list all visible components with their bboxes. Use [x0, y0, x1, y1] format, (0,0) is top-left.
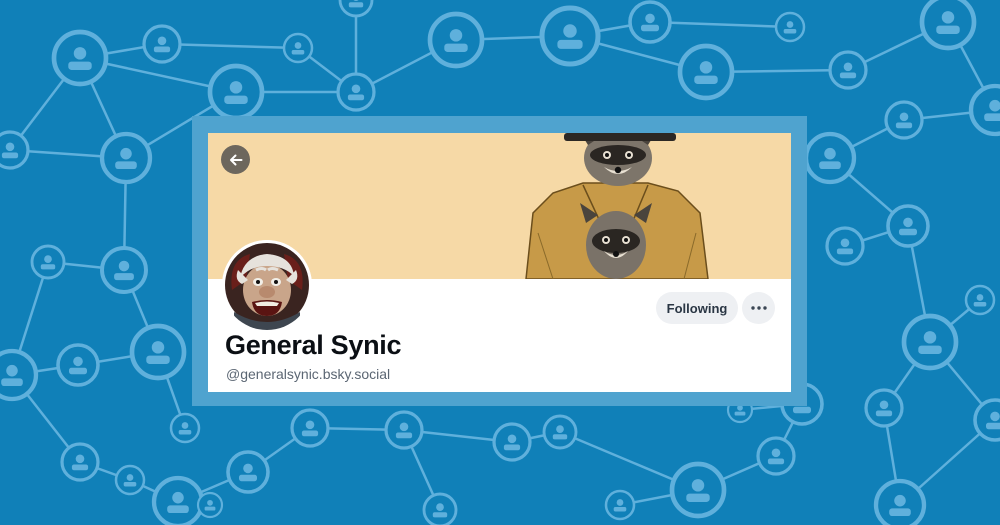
- user-node-icon: [973, 398, 1000, 442]
- user-node-icon: [901, 313, 959, 371]
- user-node-icon: [884, 100, 924, 140]
- user-node-icon: [51, 29, 109, 87]
- user-node-icon: [129, 323, 187, 381]
- user-node-icon: [492, 422, 532, 462]
- user-node-icon: [196, 491, 224, 519]
- user-node-icon: [828, 50, 868, 90]
- muppet-avatar-image: [222, 240, 312, 330]
- arrow-left-icon: [229, 154, 242, 165]
- user-node-icon: [142, 24, 182, 64]
- user-node-icon: [825, 226, 865, 266]
- user-node-icon: [968, 83, 1000, 137]
- user-node-icon: [774, 11, 806, 43]
- user-node-icon: [0, 130, 30, 170]
- user-node-icon: [422, 492, 458, 525]
- profile-card: Following General Synic @generalsynic.bs…: [208, 133, 791, 392]
- user-node-icon: [114, 464, 146, 496]
- user-node-icon: [873, 478, 927, 525]
- user-node-icon: [628, 0, 672, 44]
- profile-display-name: General Synic: [225, 330, 402, 360]
- profile-handle: @generalsynic.bsky.social: [226, 366, 391, 382]
- user-node-icon: [384, 410, 424, 450]
- user-node-icon: [30, 244, 66, 280]
- user-node-icon: [864, 388, 904, 428]
- user-node-icon: [669, 461, 727, 519]
- user-node-icon: [282, 32, 314, 64]
- user-node-icon: [207, 63, 265, 121]
- more-options-icon: [750, 306, 767, 310]
- user-node-icon: [56, 343, 100, 387]
- more-options-button[interactable]: [742, 292, 775, 324]
- user-node-icon: [0, 348, 39, 402]
- user-node-icon: [99, 131, 153, 185]
- user-node-icon: [336, 72, 376, 112]
- user-node-icon: [226, 450, 270, 494]
- user-node-icon: [169, 412, 201, 444]
- back-button[interactable]: [221, 145, 250, 174]
- user-node-icon: [427, 11, 485, 69]
- user-node-icon: [60, 442, 100, 482]
- following-button[interactable]: Following: [656, 292, 738, 324]
- user-node-icon: [290, 408, 330, 448]
- user-node-icon: [100, 246, 148, 294]
- user-node-icon: [803, 131, 857, 185]
- user-node-icon: [964, 284, 996, 316]
- user-node-icon: [919, 0, 977, 51]
- avatar[interactable]: [222, 240, 312, 330]
- user-node-icon: [539, 5, 601, 67]
- user-node-icon: [151, 475, 205, 525]
- user-node-icon: [604, 489, 636, 521]
- user-node-icon: [756, 436, 796, 476]
- user-node-icon: [886, 204, 930, 248]
- user-node-icon: [677, 43, 735, 101]
- user-node-icon: [542, 414, 578, 450]
